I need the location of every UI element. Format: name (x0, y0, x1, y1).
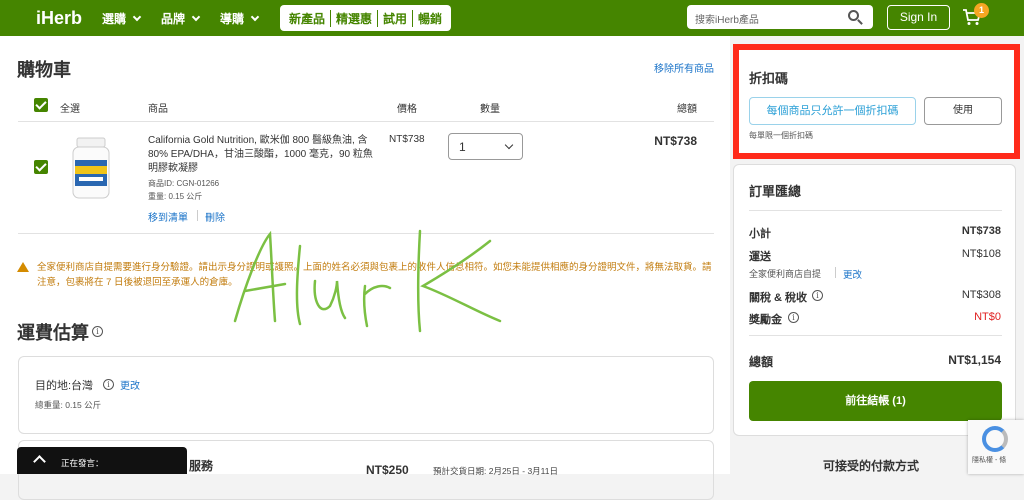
shipping-estimate-title: 運費估算 (17, 323, 89, 343)
page-title: 購物車 (17, 60, 71, 80)
payment-methods-title: 可接受的付款方式 (823, 459, 920, 473)
shipping-label: 運送 (749, 251, 771, 263)
item-checkbox[interactable] (34, 160, 48, 174)
tax-value: NT$308 (961, 289, 1001, 301)
nav-label: 導購 (220, 12, 245, 26)
recaptcha-badge[interactable]: 隱私權 - 條 (968, 420, 1024, 474)
coupon-code-input[interactable]: 每個商品只允許一個折扣碼 (749, 97, 916, 125)
sign-in-button[interactable]: Sign In (887, 5, 950, 30)
promo-deals[interactable]: 精選惠 (331, 9, 379, 27)
quantity-value: 1 (459, 140, 466, 154)
divider (749, 210, 1002, 211)
promo-bestsellers[interactable]: 暢銷 (413, 10, 447, 27)
speaking-label: 正在發言： (61, 458, 104, 468)
shipping-value: NT$108 (961, 248, 1001, 260)
destination-card: 目的地:台灣 i 更改 總重量: 0.15 公斤 (18, 356, 714, 434)
search-placeholder: 搜索iHerb產品 (695, 15, 759, 26)
coupon-note: 每單限一個折扣碼 (749, 131, 813, 140)
select-all-label: 全選 (60, 104, 80, 115)
order-summary: 訂單匯總 小計 NT$738 運送 NT$108 全家便利商店自提 更改 關稅 … (733, 164, 1016, 436)
chevron-up-icon[interactable] (33, 455, 46, 468)
cart-count-badge: 1 (974, 3, 989, 18)
info-icon[interactable]: i (92, 326, 103, 337)
voice-chat-bar[interactable]: 正在發言： (17, 447, 187, 474)
delivery-estimate: 預計交貨日期: 2月25日 - 3月11日 (433, 466, 559, 476)
shipping-service-name: 服務 (189, 459, 214, 473)
total-value: NT$1,154 (948, 353, 1001, 367)
chevron-down-icon (132, 12, 142, 22)
total-weight: 總重量: 0.15 公斤 (35, 400, 102, 410)
search-icon[interactable] (848, 10, 859, 21)
column-header-total: 總額 (677, 104, 697, 115)
recaptcha-text[interactable]: 隱私權 - 條 (972, 455, 1006, 465)
product-name-link[interactable]: California Gold Nutrition, 歐米伽 800 醫級魚油,… (148, 134, 373, 176)
item-total: NT$738 (654, 134, 697, 148)
nav-guide-menu[interactable]: 導購 (220, 10, 260, 27)
reward-value: NT$0 (974, 311, 1001, 323)
quantity-select[interactable]: 1 (448, 133, 523, 160)
column-header-product: 商品 (148, 104, 168, 115)
product-weight: 重量: 0.15 公斤 (148, 192, 203, 201)
promo-new[interactable]: 新產品 (284, 9, 332, 27)
chevron-down-icon (250, 12, 260, 22)
nav-brands-menu[interactable]: 品牌 (161, 10, 201, 27)
chevron-down-icon (191, 12, 201, 22)
cart-panel: 購物車 移除所有商品 全選 商品 價格 數量 總額 California Gol… (0, 36, 730, 500)
remove-all-button[interactable]: 移除所有商品 (654, 60, 714, 75)
chevron-down-icon (504, 140, 514, 150)
search-input[interactable]: 搜索iHerb產品 (687, 5, 873, 29)
coupon-panel: 折扣碼 每個商品只允許一個折扣碼 使用 每單限一個折扣碼 (733, 44, 1020, 159)
item-price: NT$738 (389, 134, 425, 145)
apply-coupon-button[interactable]: 使用 (924, 97, 1002, 125)
handwritten-signature (233, 229, 502, 333)
info-icon[interactable]: i (788, 312, 799, 323)
change-destination-link[interactable]: 更改 (120, 377, 140, 392)
pickup-method: 全家便利商店自提 (749, 269, 822, 279)
column-header-qty: 數量 (480, 104, 500, 115)
total-label: 總額 (749, 355, 774, 369)
delete-item-link[interactable]: 刪除 (205, 209, 225, 224)
column-header-price: 價格 (397, 104, 417, 115)
promo-trial[interactable]: 試用 (378, 9, 414, 27)
summary-title: 訂單匯總 (749, 184, 802, 199)
nav-label: 選購 (102, 12, 127, 26)
warning-icon (17, 262, 29, 272)
link-separator (197, 210, 198, 221)
link-separator (835, 267, 836, 278)
divider (18, 121, 714, 122)
nav-shop-menu[interactable]: 選購 (102, 10, 142, 27)
checkout-button[interactable]: 前往結帳 (1) (749, 381, 1002, 421)
iherb-logo[interactable]: iHerb (36, 8, 82, 29)
tax-label: 關稅 & 稅收 (749, 292, 808, 304)
top-nav-bar: iHerb 選購 品牌 導購 新產品 精選惠 試用 暢銷 搜索iHerb產品 S… (0, 0, 1024, 36)
move-to-list-link[interactable]: 移到清單 (148, 209, 188, 224)
shipping-price: NT$250 (366, 463, 409, 477)
product-image[interactable] (70, 136, 112, 200)
info-icon[interactable]: i (103, 379, 114, 390)
recaptcha-icon (982, 426, 1008, 452)
select-all-checkbox[interactable] (34, 98, 48, 112)
subtotal-value: NT$738 (961, 225, 1001, 237)
divider (749, 335, 1002, 336)
destination-label: 目的地:台灣 (35, 380, 94, 392)
nav-label: 品牌 (161, 12, 186, 26)
change-pickup-link[interactable]: 更改 (843, 267, 862, 281)
reward-label: 獎勵金 (749, 314, 782, 326)
coupon-title: 折扣碼 (749, 71, 789, 86)
promo-links: 新產品 精選惠 試用 暢銷 (280, 5, 452, 31)
product-id: 商品ID: CGN-01266 (148, 179, 220, 188)
info-icon[interactable]: i (812, 290, 823, 301)
subtotal-label: 小計 (749, 228, 771, 240)
